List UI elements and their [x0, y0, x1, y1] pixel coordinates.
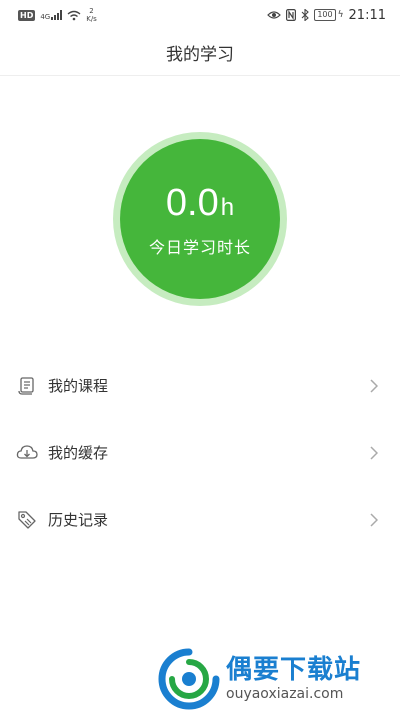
- status-bar: HD 4G 2 K/s 100 ϟ 21:11: [0, 0, 400, 30]
- chevron-right-icon: [368, 445, 380, 460]
- tag-history-icon: [16, 509, 38, 531]
- nfc-icon: [286, 9, 297, 21]
- hd-badge: HD: [18, 9, 36, 21]
- status-left: HD 4G 2 K/s: [18, 7, 97, 23]
- menu-item-label: 我的课程: [48, 377, 109, 395]
- status-time: 21:11: [348, 7, 386, 23]
- watermark-text: 偶要下载站 ouyaoxiazai.com: [226, 655, 361, 703]
- watermark: 偶要下载站 ouyaoxiazai.com: [158, 648, 398, 710]
- course-scroll-icon: [16, 375, 38, 397]
- network-type: 4G: [40, 13, 51, 21]
- study-time-unit: h: [220, 194, 235, 221]
- study-time-value: 0.0 h: [166, 184, 234, 222]
- net-speed-value: 2: [89, 7, 94, 15]
- bluetooth-icon: [301, 9, 310, 21]
- wifi-icon: [67, 10, 81, 20]
- menu-list: 我的课程 我的缓存 历史记录: [0, 352, 400, 553]
- chevron-right-icon: [368, 512, 380, 527]
- menu-item-my-courses[interactable]: 我的课程: [0, 352, 400, 419]
- cloud-download-icon: [16, 442, 38, 464]
- status-right: 100 ϟ 21:11: [267, 8, 386, 23]
- study-time-number: 0.0: [165, 182, 219, 224]
- eye-icon: [267, 11, 282, 19]
- watermark-logo-icon: [158, 648, 220, 710]
- page-title: 我的学习: [166, 45, 234, 65]
- chevron-right-icon: [368, 378, 380, 393]
- menu-item-label: 历史记录: [48, 511, 109, 529]
- study-time-ring: 0.0 h 今日学习时长: [113, 132, 287, 306]
- menu-item-label: 我的缓存: [48, 444, 109, 462]
- charging-icon: ϟ: [337, 10, 344, 20]
- signal-icon: [51, 10, 63, 20]
- screen: HD 4G 2 K/s 100 ϟ 21:11 我的学习 0.0 h 今日学习时…: [0, 0, 400, 710]
- study-time-label: 今日学习时长: [148, 238, 251, 257]
- watermark-name: 偶要下载站: [226, 655, 362, 685]
- battery-icon: 100: [314, 9, 336, 21]
- net-speed: 2 K/s: [86, 7, 97, 23]
- menu-item-my-cache[interactable]: 我的缓存: [0, 419, 400, 486]
- watermark-url: ouyaoxiazai.com: [226, 686, 344, 702]
- menu-item-history[interactable]: 历史记录: [0, 486, 400, 553]
- net-speed-unit: K/s: [86, 15, 97, 23]
- study-time-circle: 0.0 h 今日学习时长: [120, 139, 280, 299]
- header: 我的学习: [0, 30, 400, 76]
